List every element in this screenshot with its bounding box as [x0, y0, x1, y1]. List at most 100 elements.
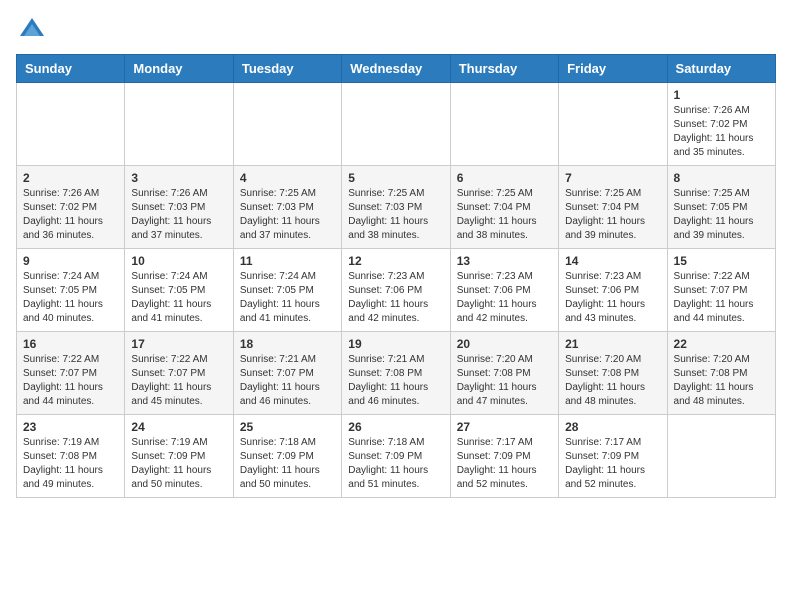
day-number: 5 [348, 171, 443, 185]
day-number: 10 [131, 254, 226, 268]
day-number: 26 [348, 420, 443, 434]
day-info: Sunrise: 7:17 AM Sunset: 7:09 PM Dayligh… [457, 436, 552, 492]
calendar-cell: 9 Sunrise: 7:24 AM Sunset: 7:05 PM Daylig… [17, 249, 125, 332]
day-info: Sunrise: 7:26 AM Sunset: 7:03 PM Dayligh… [131, 187, 226, 243]
day-of-week-sunday: Sunday [17, 55, 125, 83]
day-info: Sunrise: 7:22 AM Sunset: 7:07 PM Dayligh… [674, 270, 769, 326]
day-number: 20 [457, 337, 552, 351]
calendar-cell: 6 Sunrise: 7:25 AM Sunset: 7:04 PM Daylig… [450, 166, 558, 249]
calendar-cell: 2 Sunrise: 7:26 AM Sunset: 7:02 PM Daylig… [17, 166, 125, 249]
calendar-cell: 22 Sunrise: 7:20 AM Sunset: 7:08 PM Dayli… [667, 332, 775, 415]
day-number: 8 [674, 171, 769, 185]
logo [16, 16, 46, 44]
calendar-cell: 16 Sunrise: 7:22 AM Sunset: 7:07 PM Dayli… [17, 332, 125, 415]
page-header [16, 16, 776, 44]
day-number: 3 [131, 171, 226, 185]
day-info: Sunrise: 7:24 AM Sunset: 7:05 PM Dayligh… [131, 270, 226, 326]
day-number: 2 [23, 171, 118, 185]
day-of-week-tuesday: Tuesday [233, 55, 341, 83]
day-number: 17 [131, 337, 226, 351]
logo-icon [18, 16, 46, 44]
day-info: Sunrise: 7:19 AM Sunset: 7:09 PM Dayligh… [131, 436, 226, 492]
day-info: Sunrise: 7:24 AM Sunset: 7:05 PM Dayligh… [240, 270, 335, 326]
day-number: 22 [674, 337, 769, 351]
calendar-cell: 8 Sunrise: 7:25 AM Sunset: 7:05 PM Daylig… [667, 166, 775, 249]
day-info: Sunrise: 7:23 AM Sunset: 7:06 PM Dayligh… [348, 270, 443, 326]
calendar-cell: 10 Sunrise: 7:24 AM Sunset: 7:05 PM Dayli… [125, 249, 233, 332]
day-info: Sunrise: 7:18 AM Sunset: 7:09 PM Dayligh… [348, 436, 443, 492]
calendar-cell: 7 Sunrise: 7:25 AM Sunset: 7:04 PM Daylig… [559, 166, 667, 249]
day-number: 4 [240, 171, 335, 185]
calendar-cell: 18 Sunrise: 7:21 AM Sunset: 7:07 PM Dayli… [233, 332, 341, 415]
day-number: 12 [348, 254, 443, 268]
calendar-cell [125, 83, 233, 166]
day-info: Sunrise: 7:24 AM Sunset: 7:05 PM Dayligh… [23, 270, 118, 326]
calendar-cell: 5 Sunrise: 7:25 AM Sunset: 7:03 PM Daylig… [342, 166, 450, 249]
day-number: 6 [457, 171, 552, 185]
day-number: 28 [565, 420, 660, 434]
day-info: Sunrise: 7:17 AM Sunset: 7:09 PM Dayligh… [565, 436, 660, 492]
calendar-cell: 26 Sunrise: 7:18 AM Sunset: 7:09 PM Dayli… [342, 415, 450, 498]
day-info: Sunrise: 7:26 AM Sunset: 7:02 PM Dayligh… [674, 104, 769, 160]
calendar-cell: 27Sunrise: 7:17 AM Sunset: 7:09 PM Dayli… [450, 415, 558, 498]
calendar-cell: 24 Sunrise: 7:19 AM Sunset: 7:09 PM Dayli… [125, 415, 233, 498]
day-number: 13 [457, 254, 552, 268]
calendar-cell: 1 Sunrise: 7:26 AM Sunset: 7:02 PM Daylig… [667, 83, 775, 166]
day-number: 18 [240, 337, 335, 351]
calendar-cell: 23 Sunrise: 7:19 AM Sunset: 7:08 PM Dayli… [17, 415, 125, 498]
day-info: Sunrise: 7:25 AM Sunset: 7:03 PM Dayligh… [348, 187, 443, 243]
day-info: Sunrise: 7:20 AM Sunset: 7:08 PM Dayligh… [674, 353, 769, 409]
day-of-week-friday: Friday [559, 55, 667, 83]
calendar-cell: 3 Sunrise: 7:26 AM Sunset: 7:03 PM Daylig… [125, 166, 233, 249]
calendar-cell [233, 83, 341, 166]
day-info: Sunrise: 7:25 AM Sunset: 7:04 PM Dayligh… [457, 187, 552, 243]
day-info: Sunrise: 7:25 AM Sunset: 7:05 PM Dayligh… [674, 187, 769, 243]
calendar-cell [667, 415, 775, 498]
calendar-cell [450, 83, 558, 166]
day-info: Sunrise: 7:20 AM Sunset: 7:08 PM Dayligh… [457, 353, 552, 409]
day-info: Sunrise: 7:22 AM Sunset: 7:07 PM Dayligh… [131, 353, 226, 409]
calendar-cell [17, 83, 125, 166]
day-info: Sunrise: 7:25 AM Sunset: 7:04 PM Dayligh… [565, 187, 660, 243]
day-of-week-thursday: Thursday [450, 55, 558, 83]
day-number: 23 [23, 420, 118, 434]
calendar-cell: 4 Sunrise: 7:25 AM Sunset: 7:03 PM Daylig… [233, 166, 341, 249]
calendar-cell: 19 Sunrise: 7:21 AM Sunset: 7:08 PM Dayli… [342, 332, 450, 415]
day-number: 14 [565, 254, 660, 268]
day-info: Sunrise: 7:23 AM Sunset: 7:06 PM Dayligh… [565, 270, 660, 326]
calendar-cell [559, 83, 667, 166]
day-number: 16 [23, 337, 118, 351]
day-info: Sunrise: 7:22 AM Sunset: 7:07 PM Dayligh… [23, 353, 118, 409]
calendar-table: SundayMondayTuesdayWednesdayThursdayFrid… [16, 54, 776, 498]
calendar-cell: 12 Sunrise: 7:23 AM Sunset: 7:06 PM Dayli… [342, 249, 450, 332]
day-number: 1 [674, 88, 769, 102]
day-info: Sunrise: 7:26 AM Sunset: 7:02 PM Dayligh… [23, 187, 118, 243]
day-info: Sunrise: 7:19 AM Sunset: 7:08 PM Dayligh… [23, 436, 118, 492]
calendar-cell: 13 Sunrise: 7:23 AM Sunset: 7:06 PM Dayli… [450, 249, 558, 332]
calendar-cell: 25 Sunrise: 7:18 AM Sunset: 7:09 PM Dayli… [233, 415, 341, 498]
day-info: Sunrise: 7:21 AM Sunset: 7:07 PM Dayligh… [240, 353, 335, 409]
day-info: Sunrise: 7:25 AM Sunset: 7:03 PM Dayligh… [240, 187, 335, 243]
day-number: 25 [240, 420, 335, 434]
day-number: 11 [240, 254, 335, 268]
day-number: 24 [131, 420, 226, 434]
calendar-cell: 14 Sunrise: 7:23 AM Sunset: 7:06 PM Dayli… [559, 249, 667, 332]
day-number: 21 [565, 337, 660, 351]
day-of-week-wednesday: Wednesday [342, 55, 450, 83]
day-number: 15 [674, 254, 769, 268]
day-info: Sunrise: 7:23 AM Sunset: 7:06 PM Dayligh… [457, 270, 552, 326]
calendar-cell: 28 Sunrise: 7:17 AM Sunset: 7:09 PM Dayli… [559, 415, 667, 498]
day-info: Sunrise: 7:18 AM Sunset: 7:09 PM Dayligh… [240, 436, 335, 492]
day-number: 7 [565, 171, 660, 185]
calendar-cell [342, 83, 450, 166]
day-number: 19 [348, 337, 443, 351]
calendar-cell: 21 Sunrise: 7:20 AM Sunset: 7:08 PM Dayli… [559, 332, 667, 415]
calendar-cell: 17 Sunrise: 7:22 AM Sunset: 7:07 PM Dayli… [125, 332, 233, 415]
day-of-week-saturday: Saturday [667, 55, 775, 83]
day-info: Sunrise: 7:21 AM Sunset: 7:08 PM Dayligh… [348, 353, 443, 409]
day-info: Sunrise: 7:20 AM Sunset: 7:08 PM Dayligh… [565, 353, 660, 409]
day-number: 9 [23, 254, 118, 268]
day-of-week-monday: Monday [125, 55, 233, 83]
calendar-cell: 11 Sunrise: 7:24 AM Sunset: 7:05 PM Dayli… [233, 249, 341, 332]
calendar-cell: 20 Sunrise: 7:20 AM Sunset: 7:08 PM Dayli… [450, 332, 558, 415]
